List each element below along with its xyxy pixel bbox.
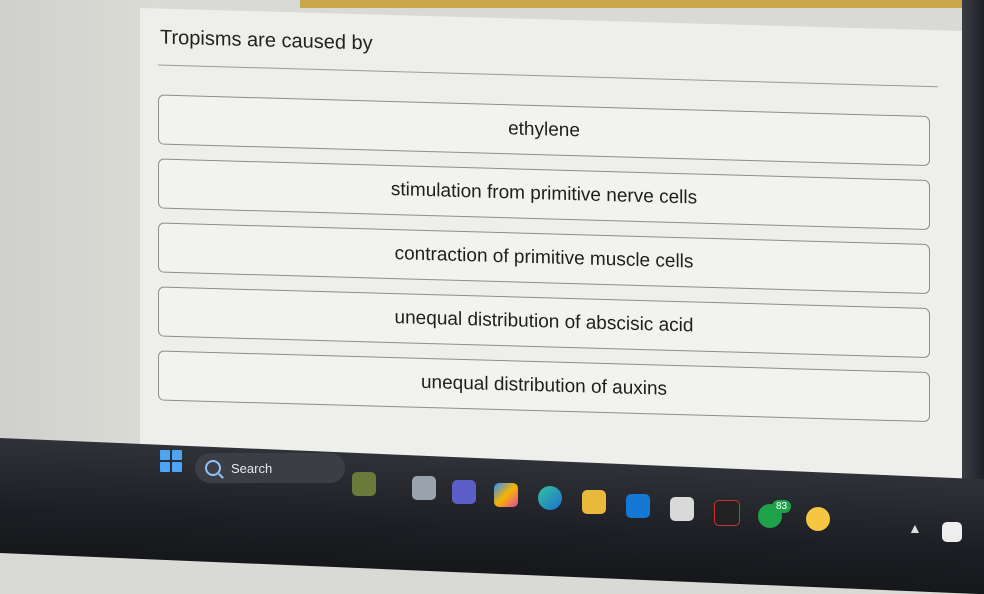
answer-option-label: unequal distribution of abscisic acid bbox=[394, 307, 694, 337]
answer-option-label: stimulation from primitive nerve cells bbox=[390, 179, 698, 209]
copilot-icon[interactable] bbox=[494, 483, 518, 507]
media-icon[interactable] bbox=[714, 500, 740, 526]
answer-option-label: ethylene bbox=[508, 118, 580, 142]
answer-option-3[interactable]: contraction of primitive muscle cells bbox=[158, 222, 930, 295]
answer-option-2[interactable]: stimulation from primitive nerve cells bbox=[158, 158, 930, 231]
answer-option-1[interactable]: ethylene bbox=[158, 94, 930, 167]
search-icon bbox=[205, 460, 221, 476]
question-text: Tropisms are caused by bbox=[160, 26, 373, 55]
edge-icon[interactable] bbox=[538, 486, 562, 510]
windows-start-icon[interactable] bbox=[160, 450, 182, 472]
question-divider bbox=[158, 64, 938, 88]
quiz-panel: Tropisms are caused by ethylene stimulat… bbox=[140, 8, 976, 492]
search-label: Search bbox=[231, 460, 273, 476]
answer-option-label: unequal distribution of auxins bbox=[420, 371, 668, 400]
screen-bezel-right bbox=[962, 0, 984, 500]
teams-icon[interactable] bbox=[452, 480, 476, 504]
outlook-icon[interactable] bbox=[626, 494, 650, 518]
answer-option-4[interactable]: unequal distribution of abscisic acid bbox=[158, 286, 930, 359]
user-icon[interactable] bbox=[806, 507, 830, 531]
answer-option-label: contraction of primitive muscle cells bbox=[394, 243, 694, 273]
answer-option-5[interactable]: unequal distribution of auxins bbox=[158, 350, 930, 423]
notification-badge: 83 bbox=[772, 500, 792, 513]
store-icon[interactable] bbox=[670, 497, 694, 521]
background-left bbox=[0, 0, 160, 440]
search-box[interactable]: Search bbox=[195, 453, 345, 483]
folder-icon[interactable] bbox=[582, 490, 606, 514]
top-accent-strip bbox=[300, 0, 984, 8]
tray-app-icon[interactable] bbox=[942, 522, 962, 542]
widgets-icon[interactable] bbox=[352, 472, 376, 496]
file-explorer-icon[interactable] bbox=[412, 476, 436, 500]
tray-chevron-icon[interactable]: ▲ bbox=[908, 520, 922, 536]
